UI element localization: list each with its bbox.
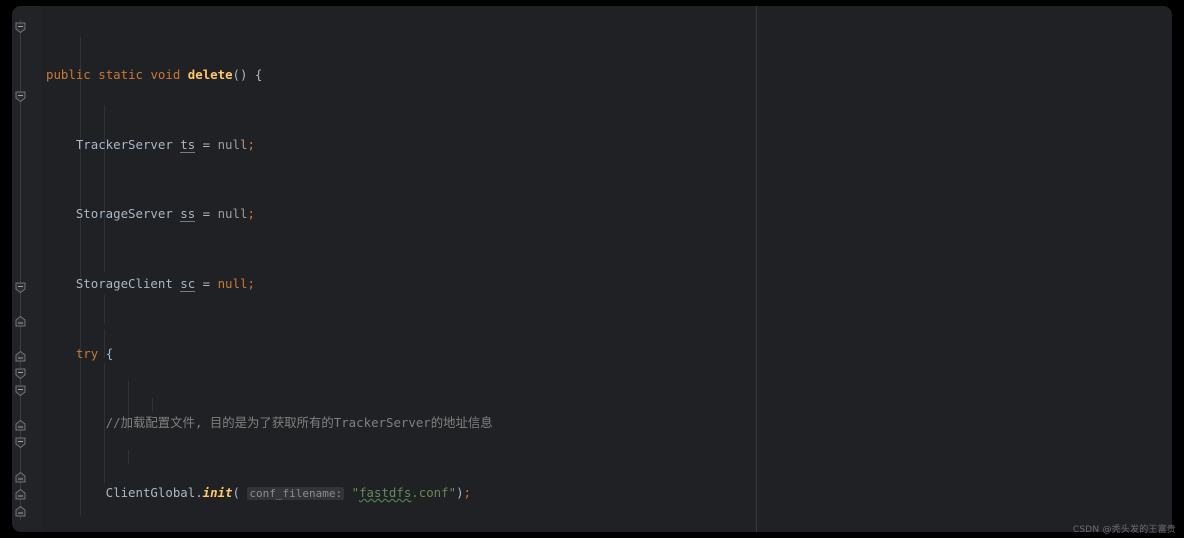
fold-plus-icon[interactable] [15,316,26,327]
code-line[interactable]: public static void delete() { [42,66,1172,83]
fold-minus-icon[interactable] [15,22,26,33]
fold-plus-icon[interactable] [15,472,26,483]
code-content[interactable]: public static void delete() { TrackerSer… [42,14,1172,532]
code-line[interactable]: StorageClient sc = null; [42,275,1172,293]
editor-gutter[interactable] [12,6,42,532]
code-editor-panel[interactable]: public static void delete() { TrackerSer… [12,6,1172,532]
screenshot-root: public static void delete() { TrackerSer… [0,0,1184,538]
code-line-comment[interactable]: //加载配置文件, 目的是为了获取所有的TrackerServer的地址信息 [42,414,1172,431]
code-line[interactable]: try { [42,345,1172,362]
fold-minus-icon[interactable] [15,368,26,379]
code-line[interactable]: StorageServer ss = null; [42,205,1172,223]
fold-plus-icon[interactable] [15,506,26,517]
fold-minus-icon[interactable] [15,91,26,102]
fold-minus-icon[interactable] [15,437,26,448]
fold-minus-icon[interactable] [15,282,26,293]
param-hint-conf-filename: conf_filename: [247,486,345,500]
fold-minus-icon[interactable] [15,385,26,396]
fold-plus-icon[interactable] [15,351,26,362]
code-line[interactable]: ClientGlobal.init( conf_filename: "fastd… [42,484,1172,501]
code-line[interactable]: TrackerServer ts = null; [42,136,1172,153]
csdn-watermark: CSDN @秃头发的王富贵 [1072,525,1176,535]
fold-plus-icon[interactable] [15,420,26,431]
fold-plus-icon[interactable] [15,489,26,500]
